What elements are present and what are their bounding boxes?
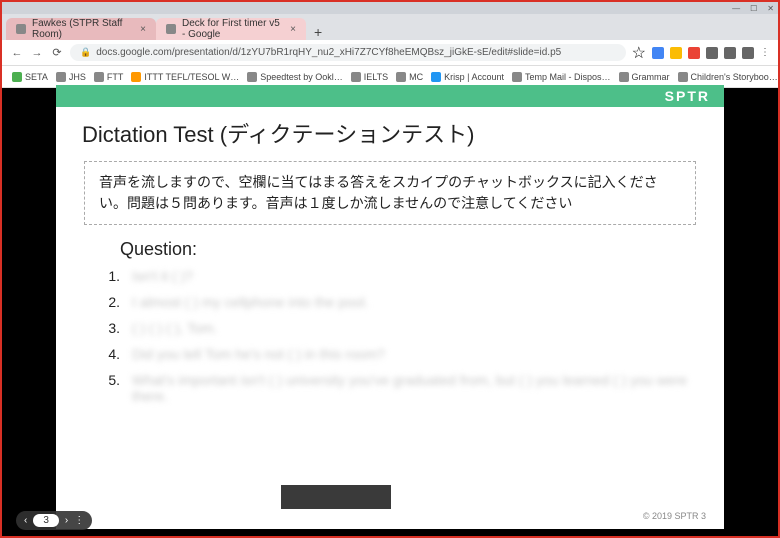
tab-title: Fawkes (STPR Staff Room): [32, 18, 134, 40]
tab-deck[interactable]: Deck for First timer v5 - Google ×: [156, 18, 306, 40]
bookmark-item[interactable]: Children's Storyboo…: [678, 72, 778, 82]
new-tab-button[interactable]: +: [306, 24, 330, 40]
question-list: 1.Isn't it ( )? 2.I almost ( ) my cellph…: [82, 268, 698, 404]
forward-button[interactable]: →: [30, 47, 44, 59]
slide-footer: © 2019 SPTR 3: [643, 511, 706, 521]
presentation-controls: ‹ 3 › ⋮: [16, 511, 92, 530]
tab-title: Deck for First timer v5 - Google: [182, 18, 284, 40]
prev-slide-button[interactable]: ‹: [24, 515, 27, 526]
bookmark-item[interactable]: JHS: [56, 72, 86, 82]
bookmark-icon: [12, 72, 22, 82]
toolbar: ← → ⟳ 🔒 docs.google.com/presentation/d/1…: [2, 40, 778, 66]
list-item: 5.What's important isn't ( ) university …: [102, 372, 698, 404]
bookmark-icon: [56, 72, 66, 82]
brand-logo: SPTR: [665, 88, 710, 104]
extension-icon[interactable]: [652, 47, 664, 59]
bookmark-icon: [131, 72, 141, 82]
extension-icon[interactable]: [670, 47, 682, 59]
menu-icon[interactable]: ⋮: [760, 47, 770, 59]
bookmark-icon: [396, 72, 406, 82]
bookmark-item[interactable]: ITTT TEFL/TESOL W…: [131, 72, 239, 82]
bookmark-item[interactable]: FTT: [94, 72, 124, 82]
bookmark-item[interactable]: Krisp | Account: [431, 72, 504, 82]
list-item: 3.( ) ( ) ( ), Tom.: [102, 320, 698, 336]
slide-header: SPTR: [56, 85, 724, 107]
bookmark-icon: [351, 72, 361, 82]
back-button[interactable]: ←: [10, 47, 24, 59]
star-icon[interactable]: ☆: [632, 43, 646, 63]
minimize-button[interactable]: —: [732, 4, 740, 13]
extension-icon[interactable]: [724, 47, 736, 59]
slide-counter[interactable]: 3: [33, 514, 59, 527]
maximize-button[interactable]: ☐: [750, 4, 757, 13]
bookmark-icon: [512, 72, 522, 82]
slide-title: Dictation Test (ディクテーションテスト): [82, 117, 698, 149]
bookmark-item[interactable]: Temp Mail - Dispos…: [512, 72, 611, 82]
next-slide-button[interactable]: ›: [65, 515, 68, 526]
list-item: 1.Isn't it ( )?: [102, 268, 698, 284]
list-item: 4.Did you tell Tom he's not ( ) in this …: [102, 346, 698, 362]
presentation-viewport: SPTR Dictation Test (ディクテーションテスト) 音声を流しま…: [2, 88, 778, 536]
close-icon[interactable]: ×: [290, 24, 296, 35]
bookmark-item[interactable]: Grammar: [619, 72, 670, 82]
close-button[interactable]: ✕: [767, 4, 774, 13]
slide: SPTR Dictation Test (ディクテーションテスト) 音声を流しま…: [56, 85, 724, 529]
extension-icon[interactable]: [688, 47, 700, 59]
bookmark-item[interactable]: IELTS: [351, 72, 388, 82]
favicon-icon: [16, 24, 26, 34]
redacted-block: [281, 485, 391, 509]
extension-icon[interactable]: [742, 47, 754, 59]
browser-chrome: — ☐ ✕ Fawkes (STPR Staff Room) × Deck fo…: [2, 2, 778, 40]
options-menu-button[interactable]: ⋮: [74, 515, 84, 526]
bookmark-icon: [247, 72, 257, 82]
instruction-box: 音声を流しますので、空欄に当てはまる答えをスカイプのチャットボックスに記入くださ…: [84, 161, 696, 225]
bookmark-icon: [678, 72, 688, 82]
extension-icon[interactable]: [706, 47, 718, 59]
question-heading: Question:: [120, 239, 698, 260]
window-titlebar: — ☐ ✕: [2, 2, 778, 14]
bookmark-item[interactable]: SETA: [12, 72, 48, 82]
close-icon[interactable]: ×: [140, 24, 146, 35]
address-bar[interactable]: 🔒 docs.google.com/presentation/d/1zYU7bR…: [70, 44, 626, 61]
lock-icon: 🔒: [80, 47, 91, 58]
bookmark-icon: [431, 72, 441, 82]
extension-icons: ⋮: [652, 47, 770, 59]
bookmark-icon: [94, 72, 104, 82]
bookmark-icon: [619, 72, 629, 82]
bookmark-item[interactable]: MC: [396, 72, 423, 82]
tab-strip: Fawkes (STPR Staff Room) × Deck for Firs…: [2, 14, 778, 40]
list-item: 2.I almost ( ) my cellphone into the poo…: [102, 294, 698, 310]
reload-button[interactable]: ⟳: [50, 46, 64, 59]
favicon-icon: [166, 24, 176, 34]
tab-fawkes[interactable]: Fawkes (STPR Staff Room) ×: [6, 18, 156, 40]
url-text: docs.google.com/presentation/d/1zYU7bR1r…: [96, 47, 561, 58]
bookmark-item[interactable]: Speedtest by Ookl…: [247, 72, 343, 82]
